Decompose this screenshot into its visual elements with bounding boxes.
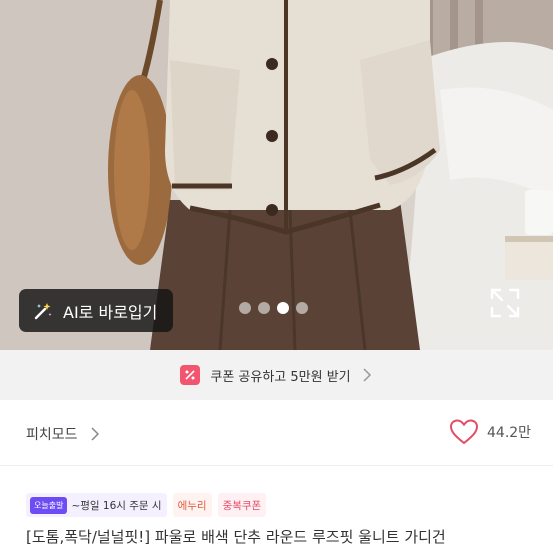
delivery-tag-text: ~평일 16시 주문 시 xyxy=(71,499,162,512)
enuri-tag: 에누리 xyxy=(172,493,212,517)
brand-name: 피치모드 xyxy=(26,427,78,443)
carousel-dot[interactable] xyxy=(296,302,308,314)
carousel-dot-active[interactable] xyxy=(277,302,289,314)
product-title: [도톰,폭닥/널널핏!] 파울로 배색 단추 라운드 루즈핏 울니트 가디건 xyxy=(26,528,446,546)
like-button[interactable]: 44.2만 xyxy=(449,418,531,446)
product-image[interactable]: AI로 바로입기 xyxy=(0,0,553,350)
duplicate-coupon-tag: 중복쿠폰 xyxy=(217,493,267,517)
heart-icon xyxy=(449,419,479,445)
magic-wand-icon xyxy=(34,302,52,319)
delivery-tag: 오늘출발 ~평일 16시 주문 시 xyxy=(26,493,167,517)
product-tags: 오늘출발 ~평일 16시 주문 시 에누리 중복쿠폰 xyxy=(26,493,267,517)
coupon-banner-text: 쿠폰 공유하고 5만원 받기 xyxy=(210,369,351,385)
chevron-right-icon xyxy=(363,368,371,382)
ai-try-on-button[interactable]: AI로 바로입기 xyxy=(19,289,173,332)
expand-icon[interactable] xyxy=(488,286,522,320)
carousel-indicator xyxy=(239,302,308,314)
brand-link[interactable]: 피치모드 xyxy=(26,424,100,444)
brand-row: 피치모드 44.2만 xyxy=(0,400,553,466)
coupon-percent-icon xyxy=(180,365,201,385)
today-shipping-pill: 오늘출발 xyxy=(30,496,68,514)
coupon-share-banner[interactable]: 쿠폰 공유하고 5만원 받기 xyxy=(0,350,553,400)
carousel-dot[interactable] xyxy=(258,302,270,314)
like-count: 44.2만 xyxy=(487,425,532,441)
product-info: 오늘출발 ~평일 16시 주문 시 에누리 중복쿠폰 [도톰,폭닥/널널핏!] … xyxy=(0,466,553,553)
ai-try-on-label: AI로 바로입기 xyxy=(63,302,158,322)
chevron-right-icon xyxy=(91,427,99,441)
carousel-dot[interactable] xyxy=(239,302,251,314)
